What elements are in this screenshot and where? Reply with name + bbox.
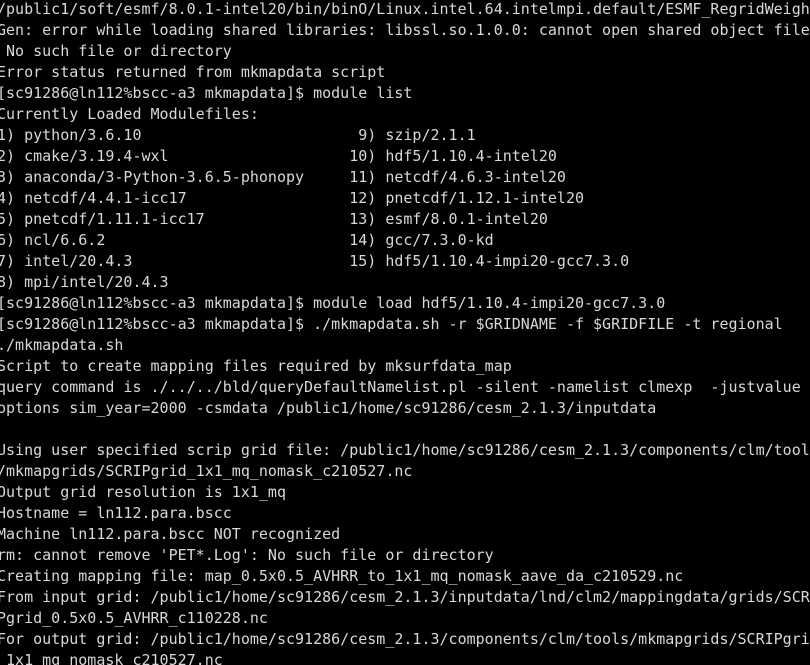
output-line: Output grid resolution is 1x1_mq (0, 483, 286, 501)
output-line: Machine ln112.para.bscc NOT recognized (0, 525, 341, 543)
output-line: options sim_year=2000 -csmdata /public1/… (0, 399, 657, 417)
module-row: 2) cmake/3.19.4-wxl 10) hdf5/1.10.4-inte… (0, 147, 557, 165)
terminal-screen: /public1/soft/esmf/8.0.1-intel20/bin/bin… (0, 0, 810, 665)
command-line-module-load: [sc91286@ln112%bscc-a3 mkmapdata]$ modul… (0, 294, 666, 312)
command-line-mkmapdata: [sc91286@ln112%bscc-a3 mkmapdata]$ ./mkm… (0, 315, 783, 333)
output-line: ./mkmapdata.sh (0, 336, 124, 354)
output-line: No such file or directory (0, 42, 232, 60)
output-line: From input grid: /public1/home/sc91286/c… (0, 588, 810, 606)
module-row: 5) pnetcdf/1.11.1-icc17 13) esmf/8.0.1-i… (0, 210, 548, 228)
module-row: 7) intel/20.4.3 15) hdf5/1.10.4-impi20-g… (0, 252, 630, 270)
output-line: Error status returned from mkmapdata scr… (0, 63, 386, 81)
script-output: ./mkmapdata.sh Script to create mapping f… (0, 335, 810, 665)
output-line: Using user specified scrip grid file: /p… (0, 441, 810, 459)
module-row: 4) netcdf/4.4.1-icc17 12) pnetcdf/1.12.1… (0, 189, 584, 207)
output-line: _1x1_mq_nomask_c210527.nc (0, 651, 223, 665)
output-line: Hostname = ln112.para.bscc (0, 504, 232, 522)
command-line-module-list: [sc91286@ln112%bscc-a3 mkmapdata]$ modul… (0, 84, 413, 102)
output-line: Script to create mapping files required … (0, 357, 512, 375)
modules-header: Currently Loaded Modulefiles: (0, 105, 259, 123)
module-row: 3) anaconda/3-Python-3.6.5-phonopy 11) n… (0, 168, 566, 186)
terminal-window[interactable]: /public1/soft/esmf/8.0.1-intel20/bin/bin… (0, 0, 810, 665)
module-row: 6) ncl/6.6.2 14) gcc/7.3.0-kd (0, 231, 494, 249)
output-line: /public1/soft/esmf/8.0.1-intel20/bin/bin… (0, 0, 810, 18)
module-row: 1) python/3.6.10 9) szip/2.1.1 (0, 126, 476, 144)
output-line: Creating mapping file: map_0.5x0.5_AVHRR… (0, 567, 684, 585)
output-line: For output grid: /public1/home/sc91286/c… (0, 630, 810, 648)
module-row: 8) mpi/intel/20.4.3 (0, 273, 341, 291)
output-line: rm: cannot remove 'PET*.Log': No such fi… (0, 546, 494, 564)
output-line: Gen: error while loading shared librarie… (0, 21, 810, 39)
output-line: /mkmapgrids/SCRIPgrid_1x1_mq_nomask_c210… (0, 462, 413, 480)
output-line: Pgrid_0.5x0.5_AVHRR_c110228.nc (0, 609, 268, 627)
loaded-modules-list: 1) python/3.6.10 9) szip/2.1.1 2) cmake/3… (0, 125, 810, 293)
output-line: query command is ./../../bld/queryDefaul… (0, 378, 810, 396)
